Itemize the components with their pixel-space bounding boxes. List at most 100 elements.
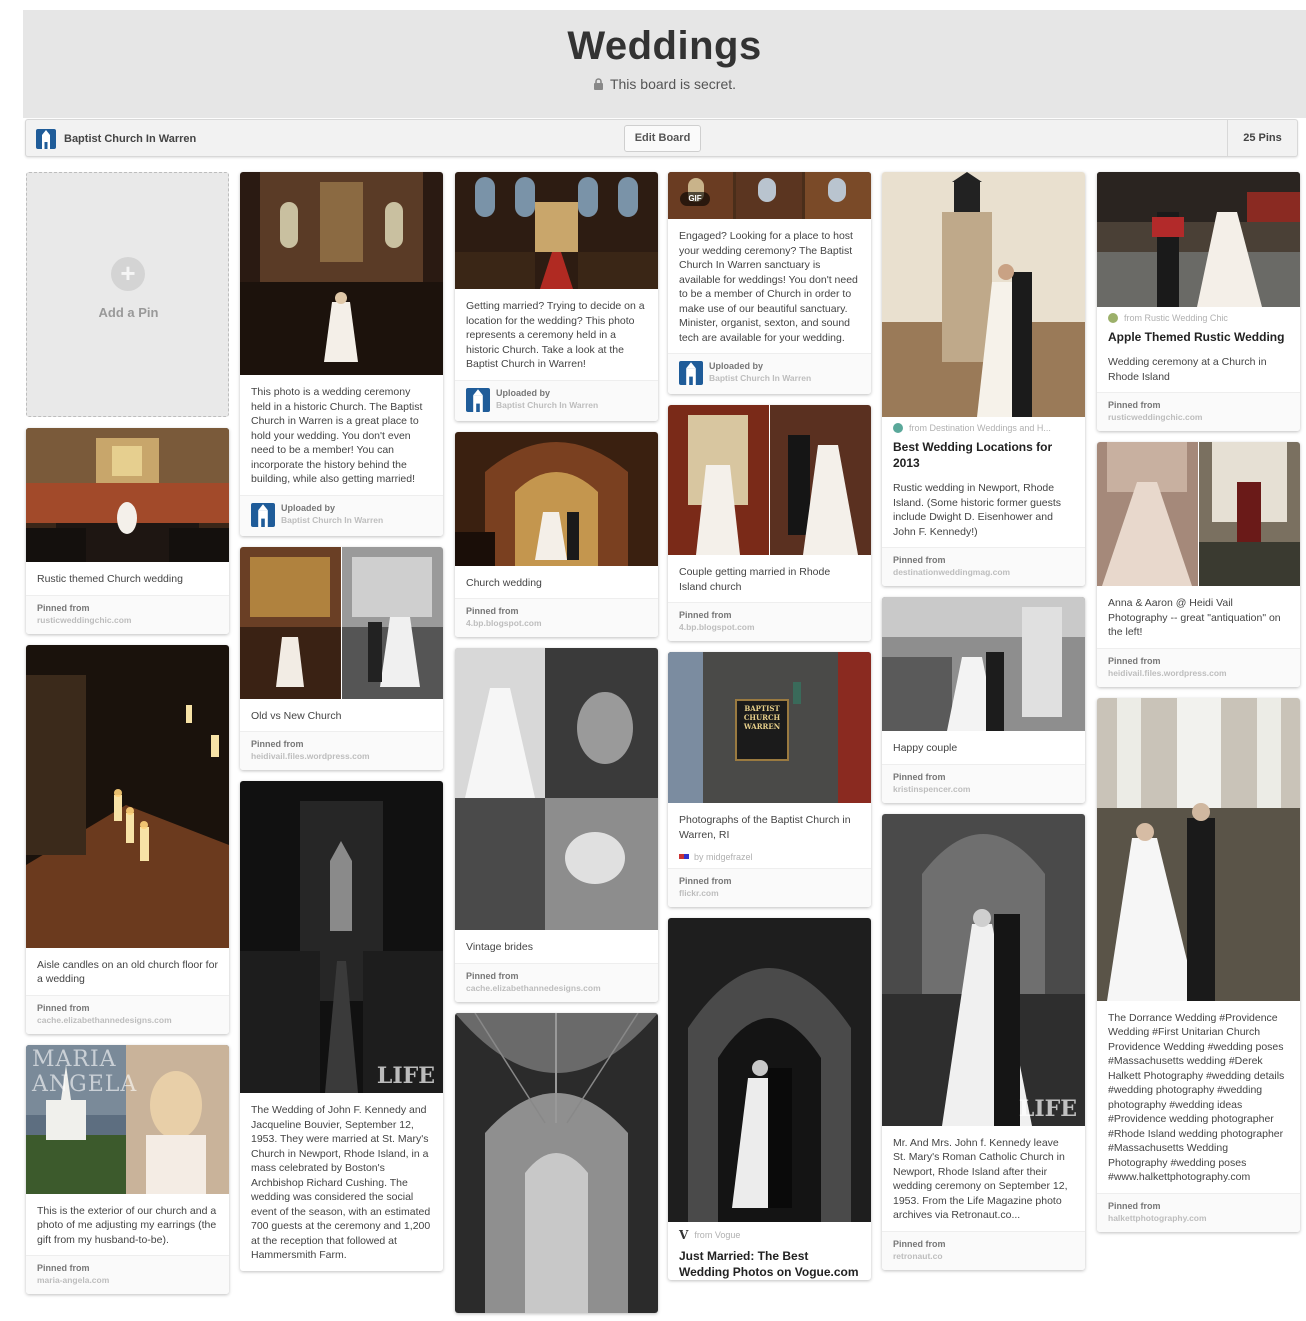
add-pin-button[interactable]: + Add a Pin (26, 172, 229, 417)
watermark: LIFE (376, 1063, 435, 1089)
pin-source-label: Pinned from (466, 606, 519, 616)
pin-image[interactable] (882, 172, 1085, 417)
avatar[interactable] (679, 361, 703, 385)
pin-footer[interactable]: Pinned from heidivail.files.wordpress.co… (240, 731, 443, 770)
pin-card[interactable]: LIFE Mr. And Mrs. John f. Kennedy leave … (882, 813, 1085, 1270)
pin-image[interactable] (882, 597, 1085, 731)
secret-text: This board is secret. (609, 76, 737, 92)
pin-card[interactable] (455, 1012, 658, 1313)
board-toolbar: Baptist Church In Warren Edit Board 25 P… (25, 119, 1298, 157)
pin-footer[interactable]: Pinned from 4.bp.blogspot.com (455, 598, 658, 637)
pin-footer[interactable]: Pinned from halkettphotography.com (1097, 1192, 1300, 1232)
pin-title[interactable]: Best Wedding Locations for 2013 (882, 433, 1085, 471)
pin-footer[interactable]: Pinned from rusticweddingchic.com (26, 594, 229, 634)
pin-card[interactable]: Vfrom Vogue Just Married: The Best Weddi… (668, 918, 871, 1280)
pin-card[interactable]: The Dorrance Wedding #Providence Wedding… (1097, 697, 1300, 1232)
pin-card[interactable]: Couple getting married in Rhode Island c… (668, 405, 871, 641)
pin-footer[interactable]: Pinned from rusticweddingchic.com (1097, 392, 1300, 431)
pin-card[interactable]: Happy couple Pinned from kristinspencer.… (882, 597, 1085, 803)
pin-source-domain[interactable]: 4.bp.blogspot.com (679, 622, 860, 632)
pin-source-text: from Vogue (694, 1230, 741, 1240)
pin-card[interactable]: BAPTIST CHURCH WARREN Photographs of the… (668, 652, 871, 907)
board-owner-link[interactable]: Baptist Church In Warren (36, 129, 196, 149)
pin-via[interactable]: by midgefrazel (668, 850, 871, 868)
flickr-icon (679, 854, 689, 859)
pin-description: The Dorrance Wedding #Providence Wedding… (1108, 1011, 1285, 1184)
pin-image[interactable] (26, 644, 229, 948)
pin-source-domain[interactable]: 4.bp.blogspot.com (466, 618, 647, 628)
leaf-icon (893, 423, 903, 433)
pin-source-domain[interactable]: rusticweddingchic.com (37, 615, 218, 625)
pin-title[interactable]: Apple Themed Rustic Wedding (1097, 323, 1300, 345)
pin-card[interactable]: MARIA ANGELA This is the exterior of our… (26, 1044, 229, 1294)
uploader-name[interactable]: Baptist Church In Warren (281, 515, 383, 525)
avatar[interactable] (251, 502, 275, 527)
pin-image[interactable] (240, 172, 443, 375)
pin-card[interactable]: Aisle candles on an old church floor for… (26, 644, 229, 1034)
pin-image[interactable] (668, 918, 871, 1222)
pin-image[interactable]: GIF (668, 172, 871, 219)
pin-source-domain[interactable]: heidivail.files.wordpress.com (1108, 668, 1289, 678)
pin-footer[interactable]: Pinned from retronaut.co (882, 1230, 1085, 1270)
pin-image[interactable] (455, 1012, 658, 1313)
pin-image[interactable] (1097, 442, 1300, 586)
pin-card[interactable]: Getting married? Trying to decide on a l… (455, 172, 658, 421)
pin-source-domain[interactable]: heidivail.files.wordpress.com (251, 751, 432, 761)
uploader-name[interactable]: Baptist Church In Warren (709, 373, 811, 383)
gif-badge[interactable]: GIF (680, 192, 710, 206)
pin-source-domain[interactable]: maria-angela.com (37, 1275, 218, 1285)
pin-image[interactable] (240, 546, 443, 699)
pin-card[interactable]: from Destination Weddings and H... Best … (882, 172, 1085, 586)
pin-footer[interactable]: Pinned from heidivail.files.wordpress.co… (1097, 647, 1300, 687)
pin-title[interactable]: Just Married: The Best Wedding Photos on… (668, 1242, 871, 1280)
pin-source-domain[interactable]: rusticweddingchic.com (1108, 412, 1289, 422)
pin-source-domain[interactable]: cache.elizabethannedesigns.com (466, 983, 647, 993)
pin-card[interactable]: GIF Engaged? Looking for a place to host… (668, 172, 871, 394)
pin-source-domain[interactable]: retronaut.co (893, 1251, 1074, 1261)
pin-source[interactable]: from Rustic Wedding Chic (1097, 307, 1300, 323)
pin-source-domain[interactable]: kristinspencer.com (893, 784, 1074, 794)
pin-card[interactable]: from Rustic Wedding Chic Apple Themed Ru… (1097, 172, 1300, 431)
pin-source-domain[interactable]: destinationweddingmag.com (893, 567, 1074, 577)
pin-card[interactable]: Anna & Aaron @ Heidi Vail Photography --… (1097, 442, 1300, 687)
edit-board-button[interactable]: Edit Board (624, 125, 701, 152)
pin-source-domain[interactable]: flickr.com (679, 888, 860, 898)
pin-image[interactable] (455, 431, 658, 566)
pin-footer[interactable]: Pinned from cache.elizabethannedesigns.c… (455, 962, 658, 1002)
pin-image[interactable]: BAPTIST CHURCH WARREN (668, 652, 871, 803)
pin-image[interactable] (1097, 172, 1300, 307)
pin-card[interactable]: Vintage brides Pinned from cache.elizabe… (455, 648, 658, 1002)
pin-footer[interactable]: Uploaded by Baptist Church In Warren (240, 494, 443, 536)
pin-image[interactable]: MARIA ANGELA (26, 1044, 229, 1194)
watermark: MARIA ANGELA (32, 1046, 138, 1097)
pin-image[interactable] (26, 428, 229, 562)
pin-footer[interactable]: Pinned from kristinspencer.com (882, 763, 1085, 803)
pin-source[interactable]: from Destination Weddings and H... (882, 417, 1085, 433)
pin-card[interactable]: Old vs New Church Pinned from heidivail.… (240, 546, 443, 770)
pin-image[interactable] (668, 405, 871, 555)
pin-image[interactable] (455, 172, 658, 289)
pin-footer[interactable]: Pinned from flickr.com (668, 868, 871, 907)
pin-footer[interactable]: Uploaded by Baptist Church In Warren (668, 353, 871, 394)
pin-description: Anna & Aaron @ Heidi Vail Photography --… (1108, 597, 1281, 638)
pin-card[interactable]: Rustic themed Church wedding Pinned from… (26, 428, 229, 634)
pin-footer[interactable]: Pinned from maria-angela.com (26, 1255, 229, 1294)
pin-source-domain[interactable]: halkettphotography.com (1108, 1213, 1289, 1223)
pin-card[interactable]: LIFE The Wedding of John F. Kennedy and … (240, 781, 443, 1271)
pin-image[interactable] (455, 648, 658, 930)
pin-image[interactable]: LIFE (240, 781, 443, 1093)
pin-source[interactable]: Vfrom Vogue (668, 1222, 871, 1242)
pin-footer[interactable]: Pinned from cache.elizabethannedesigns.c… (26, 994, 229, 1034)
avatar[interactable] (466, 387, 490, 412)
pin-source-domain[interactable]: cache.elizabethannedesigns.com (37, 1015, 218, 1025)
pin-card[interactable]: Church wedding Pinned from 4.bp.blogspot… (455, 431, 658, 637)
pin-count[interactable]: 25 Pins (1227, 120, 1297, 156)
pin-footer[interactable]: Uploaded by Baptist Church In Warren (455, 379, 658, 421)
pin-footer[interactable]: Pinned from 4.bp.blogspot.com (668, 602, 871, 641)
pin-card[interactable]: This photo is a wedding ceremony held in… (240, 172, 443, 536)
pin-image[interactable] (1097, 697, 1300, 1001)
pin-source-label: Pinned from (679, 876, 732, 886)
pin-image[interactable]: LIFE (882, 813, 1085, 1126)
pin-footer[interactable]: Pinned from destinationweddingmag.com (882, 547, 1085, 586)
uploader-name[interactable]: Baptist Church In Warren (496, 400, 598, 410)
